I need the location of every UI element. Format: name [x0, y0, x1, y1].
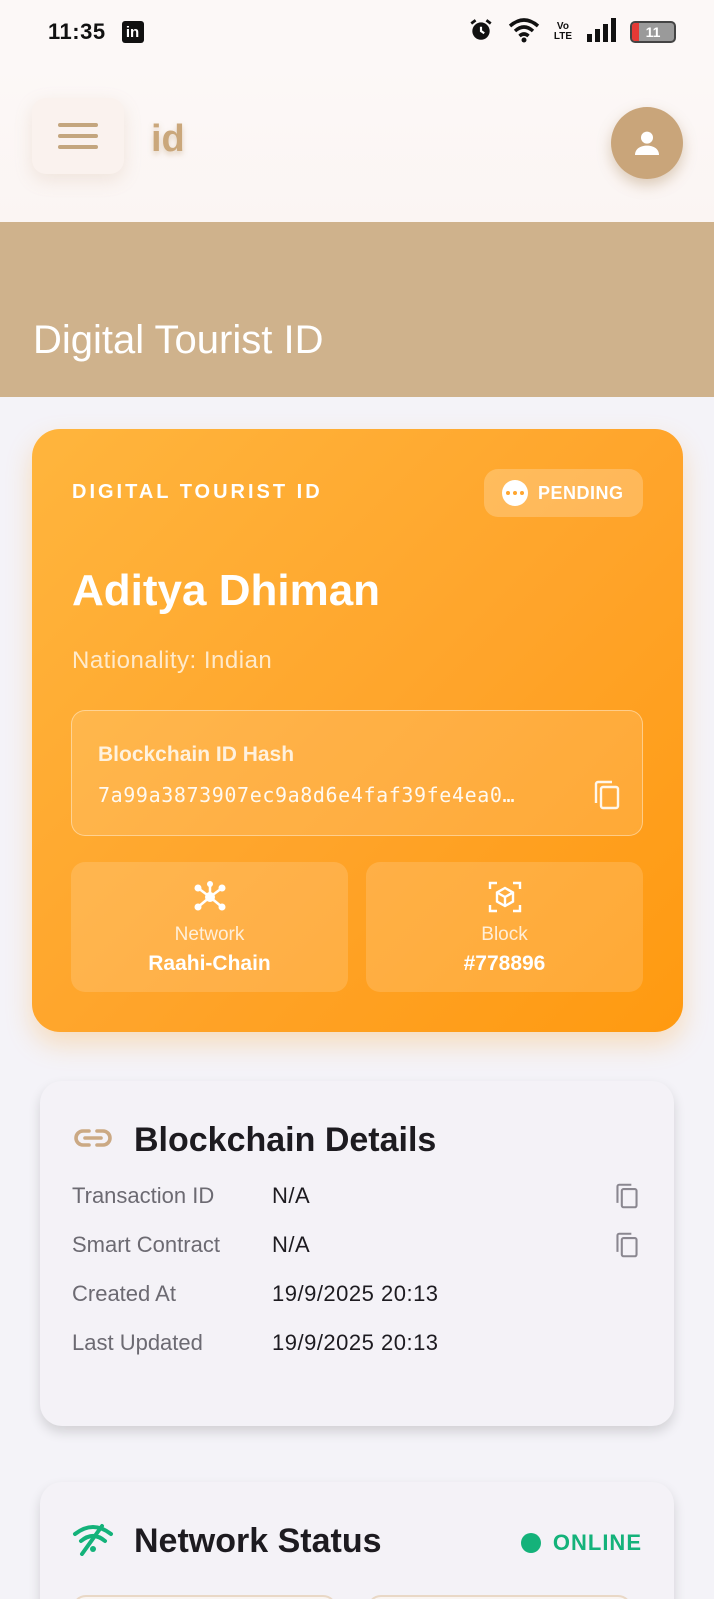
- page-header: Digital Tourist ID: [0, 222, 714, 397]
- copy-hash-button[interactable]: [592, 779, 622, 816]
- status-time: 11:35: [48, 19, 106, 44]
- detail-value: 19/9/2025 20:13: [272, 1330, 439, 1355]
- copy-icon: [594, 780, 620, 810]
- signal-icon: [586, 17, 616, 47]
- status-badge-label: PENDING: [538, 482, 624, 503]
- detail-label: Last Updated: [72, 1330, 203, 1355]
- network-stat-tile: Network Raahi-Chain: [71, 862, 348, 992]
- linkedin-icon: in: [121, 21, 144, 43]
- network-icon: [192, 880, 228, 914]
- blockchain-details-card: Blockchain Details Transaction ID N/A Sm…: [40, 1081, 674, 1426]
- profile-avatar-button[interactable]: [611, 107, 683, 179]
- block-icon: [488, 880, 522, 914]
- card-label: DIGITAL TOURIST ID: [72, 481, 323, 503]
- hash-label: Blockchain ID Hash: [98, 743, 295, 766]
- detail-value: N/A: [272, 1232, 311, 1257]
- network-tile: [367, 1595, 632, 1599]
- copy-icon: [616, 1183, 638, 1209]
- copy-transaction-id-button[interactable]: [614, 1182, 640, 1215]
- hash-value: 7a99a3873907ec9a8d6e4faf39fe4ea0…: [98, 783, 516, 807]
- blockchain-details-title: Blockchain Details: [134, 1121, 437, 1159]
- copy-smart-contract-button[interactable]: [614, 1231, 640, 1264]
- holder-name: Aditya Dhiman: [72, 566, 381, 615]
- alarm-icon: [468, 17, 494, 48]
- block-stat-tile: Block #778896: [366, 862, 643, 992]
- network-stat-value: Raahi-Chain: [148, 952, 271, 975]
- menu-button[interactable]: [32, 98, 124, 174]
- block-stat-label: Block: [481, 924, 528, 945]
- blockchain-hash-box: Blockchain ID Hash 7a99a3873907ec9a8d6e4…: [71, 710, 643, 836]
- online-status-label: ONLINE: [552, 1530, 642, 1555]
- link-icon: [72, 1126, 114, 1155]
- detail-row-smart-contract: Smart Contract N/A: [72, 1225, 644, 1265]
- status-badge: PENDING: [484, 469, 643, 517]
- network-stat-label: Network: [174, 924, 245, 945]
- person-icon: [635, 131, 659, 155]
- wifi-status-icon: [508, 17, 540, 48]
- online-dot-icon: [520, 1533, 541, 1553]
- status-bar: 11:35 in Vo LTE 11: [0, 0, 714, 64]
- detail-label: Smart Contract: [72, 1232, 220, 1257]
- app-bar: id: [0, 64, 714, 222]
- detail-label: Created At: [72, 1281, 176, 1306]
- detail-value: 19/9/2025 20:13: [272, 1281, 439, 1306]
- network-tile: [72, 1595, 337, 1599]
- network-status-card: Network Status ONLINE: [40, 1482, 674, 1599]
- detail-row-last-updated: Last Updated 19/9/2025 20:13: [72, 1323, 644, 1363]
- app-title: id: [151, 118, 185, 160]
- digital-id-card: DIGITAL TOURIST ID PENDING Aditya Dhiman…: [32, 429, 683, 1032]
- hamburger-icon: [58, 123, 98, 149]
- battery-indicator: 11: [630, 21, 676, 43]
- online-status-indicator: ONLINE: [520, 1530, 642, 1556]
- detail-row-transaction-id: Transaction ID N/A: [72, 1176, 644, 1216]
- wifi-icon: [72, 1522, 114, 1561]
- detail-label: Transaction ID: [72, 1183, 215, 1208]
- block-stat-value: #778896: [463, 952, 546, 975]
- copy-icon: [616, 1232, 638, 1258]
- more-dots-icon: [502, 480, 528, 506]
- network-status-title: Network Status: [134, 1522, 382, 1560]
- volte-indicator: Vo LTE: [553, 21, 572, 42]
- detail-row-created-at: Created At 19/9/2025 20:13: [72, 1274, 644, 1314]
- page-title: Digital Tourist ID: [33, 318, 324, 362]
- detail-value: N/A: [272, 1183, 311, 1208]
- nationality-text: Nationality: Indian: [72, 647, 273, 674]
